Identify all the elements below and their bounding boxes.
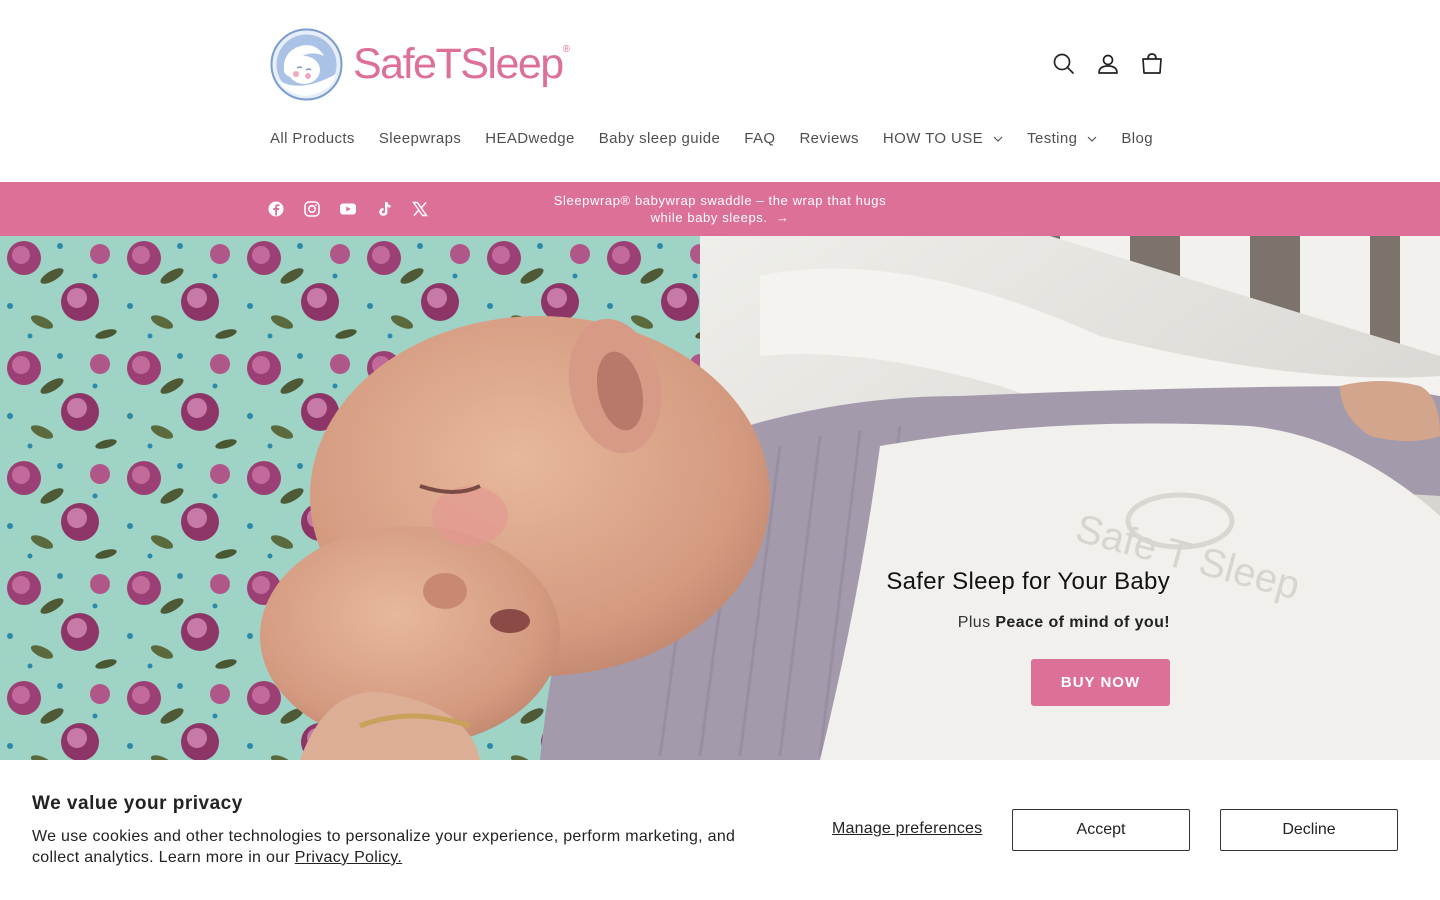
- nav-item-baby-sleep-guide[interactable]: Baby sleep guide: [599, 130, 721, 147]
- announcement-line-2: while baby sleeps. →: [650, 210, 790, 225]
- nav-item-all-products[interactable]: All Products: [270, 130, 355, 147]
- nav-item-reviews[interactable]: Reviews: [799, 130, 858, 147]
- manage-preferences-link[interactable]: Manage preferences: [832, 820, 982, 838]
- account-icon[interactable]: [1095, 51, 1121, 77]
- hero-subtitle: Plus Peace of mind of you!: [957, 614, 1170, 631]
- decline-button[interactable]: Decline: [1220, 809, 1398, 851]
- search-icon[interactable]: [1051, 51, 1077, 77]
- hero-title: Safer Sleep for Your Baby: [886, 568, 1170, 595]
- cookie-title: We value your privacy: [32, 793, 243, 814]
- nav-item-sleepwraps[interactable]: Sleepwraps: [379, 130, 461, 147]
- nav-item-how-to-use[interactable]: HOW TO USE: [883, 130, 1003, 147]
- privacy-policy-link[interactable]: Privacy Policy.: [295, 849, 402, 866]
- cart-icon[interactable]: [1139, 51, 1165, 77]
- brand-wordmark: SafeTSleep®: [353, 40, 570, 88]
- nav-item-faq[interactable]: FAQ: [744, 130, 775, 147]
- chevron-down-icon: [1087, 136, 1097, 142]
- site-header: SafeTSleep® All Products Sleepwraps HEAD…: [0, 0, 1440, 182]
- arrow-right-icon: →: [775, 210, 790, 225]
- nav-item-testing[interactable]: Testing: [1027, 130, 1097, 147]
- announcement-line-1: Sleepwrap® babywrap swaddle – the wrap t…: [553, 193, 887, 208]
- main-nav: All Products Sleepwraps HEADwedge Baby s…: [270, 130, 1177, 147]
- instagram-icon[interactable]: [303, 200, 321, 218]
- tiktok-icon[interactable]: [375, 200, 393, 218]
- hero-sleeping-baby-image: Safe T Sleep: [0, 236, 1440, 760]
- facebook-icon[interactable]: [267, 200, 285, 218]
- chevron-down-icon: [993, 136, 1003, 142]
- nav-item-blog[interactable]: Blog: [1121, 130, 1153, 147]
- x-icon[interactable]: [411, 200, 429, 218]
- hero-banner: Safe T Sleep: [0, 236, 1440, 760]
- baby-logo-icon: [270, 28, 343, 101]
- nav-item-headwedge[interactable]: HEADwedge: [485, 130, 574, 147]
- announcement-message[interactable]: Sleepwrap® babywrap swaddle – the wrap t…: [530, 192, 910, 226]
- cookie-message: We use cookies and other technologies to…: [32, 828, 736, 866]
- youtube-icon[interactable]: [339, 200, 357, 218]
- buy-now-button[interactable]: BUY NOW: [1031, 659, 1170, 706]
- brand-logo[interactable]: SafeTSleep®: [270, 28, 570, 101]
- accept-button[interactable]: Accept: [1012, 809, 1190, 851]
